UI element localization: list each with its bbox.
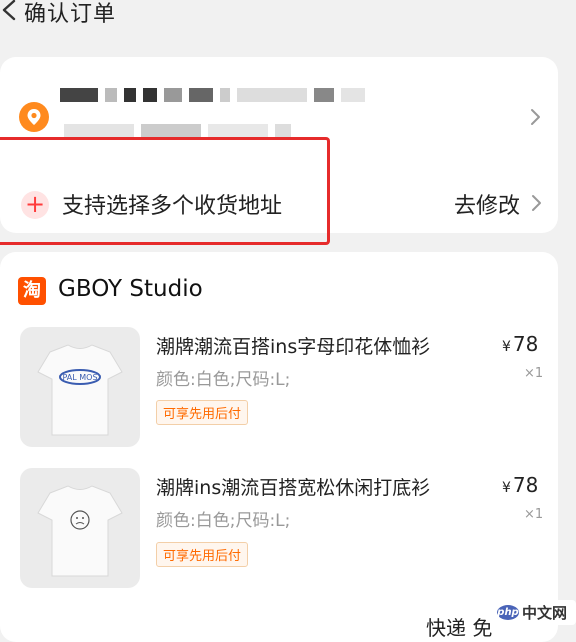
taobao-shop-icon: 淘 (18, 277, 46, 305)
redacted-address-line (64, 124, 298, 138)
edit-chevron-icon[interactable] (530, 194, 542, 212)
address-chevron-icon[interactable] (529, 108, 541, 126)
product-thumbnail[interactable] (20, 468, 140, 588)
product-title[interactable]: 潮牌ins潮流百搭宽松休闲打底衫 (156, 473, 430, 500)
shipping-label: 快递 免 (426, 616, 493, 640)
product-price: ¥78 (502, 332, 538, 356)
product-price: ¥78 (502, 473, 538, 497)
product-quantity: ×1 (524, 507, 544, 522)
php-logo-icon: php (497, 605, 519, 620)
product-spec: 颜色:白色;尺码:L; (156, 511, 291, 531)
price-value: 78 (512, 473, 539, 497)
shop-name[interactable]: GBOY Studio (58, 276, 203, 302)
pay-later-badge: 可享先用后付 (156, 542, 249, 567)
product-thumbnail[interactable]: PAL MOS (20, 327, 140, 447)
highlight-annotation-box (0, 137, 330, 245)
site-watermark: php 中文网 (494, 600, 576, 625)
price-value: 78 (512, 332, 539, 356)
location-pin-icon (19, 102, 49, 132)
product-spec: 颜色:白色;尺码:L; (156, 370, 291, 390)
svg-text:PAL MOS: PAL MOS (62, 373, 97, 382)
currency-symbol: ¥ (502, 480, 511, 496)
product-title[interactable]: 潮牌潮流百搭ins字母印花体恤衫 (156, 332, 430, 359)
redacted-contact-info (60, 88, 372, 102)
back-arrow-icon[interactable] (0, 0, 22, 26)
watermark-text: 中文网 (522, 604, 568, 622)
product-quantity: ×1 (524, 366, 544, 381)
currency-symbol: ¥ (502, 339, 511, 355)
page-title: 确认订单 (24, 2, 117, 27)
nav-header: 确认订单 (0, 0, 576, 36)
edit-address-link[interactable]: 去修改 (454, 188, 520, 220)
pay-later-badge: 可享先用后付 (156, 400, 249, 425)
